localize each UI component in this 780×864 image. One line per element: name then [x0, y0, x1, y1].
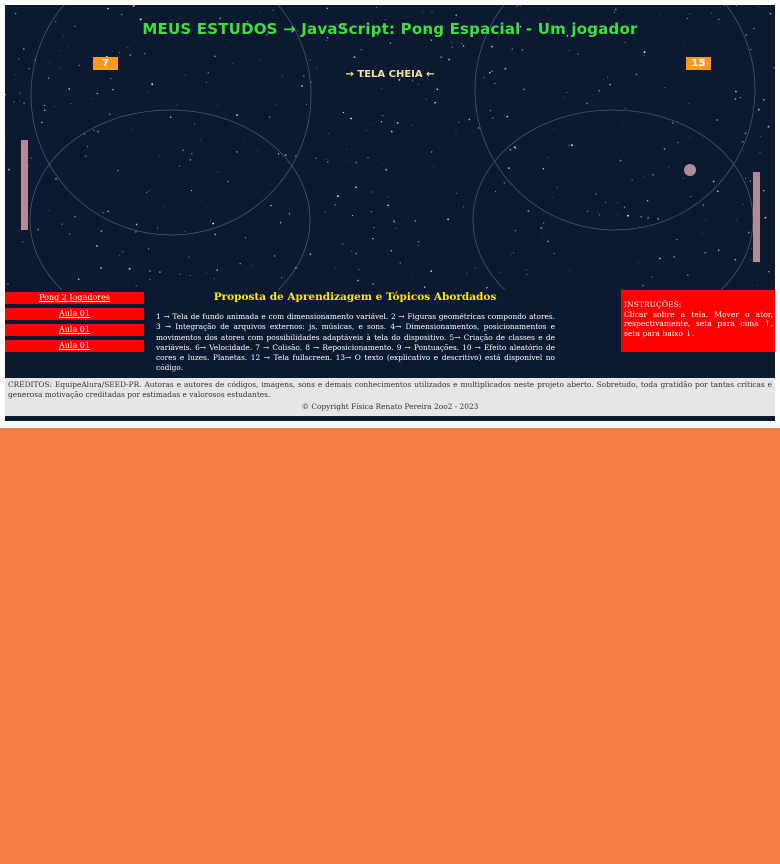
proposal-heading: Proposta de Aprendizagem e Tópicos Abord… — [213, 291, 497, 303]
right-paddle — [753, 172, 760, 262]
info-panel: Pong 2 Jogadores Aula 01 Aula 01 Aula 01… — [5, 290, 775, 378]
nav-list: Pong 2 Jogadores Aula 01 Aula 01 Aula 01 — [5, 292, 144, 356]
orbit-ring — [29, 109, 311, 290]
footer-strip — [5, 416, 775, 421]
ball — [684, 164, 696, 176]
game-canvas[interactable]: MEUS ESTUDOS → JavaScript: Pong Espacial… — [5, 5, 775, 290]
fullscreen-link[interactable]: → TELA CHEIA ← — [5, 69, 775, 80]
credits-text: CRÉDITOS: EquipeAlura/SEED-PR. Autoras e… — [8, 380, 772, 399]
orbit-ring — [474, 5, 756, 231]
proposal-text: 1 → Tela de fundo animada e com dimensio… — [156, 312, 555, 373]
orbit-ring — [472, 109, 754, 290]
copyright-text: © Copyright Física Renato Pereira 2oo2 -… — [301, 402, 479, 411]
instructions-title: INSTRUÇÕES: — [624, 300, 682, 309]
credits-footer: CRÉDITOS: EquipeAlura/SEED-PR. Autoras e… — [5, 378, 775, 416]
page-title: MEUS ESTUDOS → JavaScript: Pong Espacial… — [142, 20, 638, 38]
left-paddle — [21, 140, 28, 230]
nav-link-aula-01[interactable]: Aula 01 — [5, 308, 144, 320]
instructions-box: INSTRUÇÕES: Clicar sobre a tela. Mover o… — [621, 290, 775, 352]
orbit-ring — [30, 5, 312, 236]
planet-orbits — [29, 5, 756, 290]
instructions-text: Clicar sobre a tela. Mover o ator, respe… — [624, 309, 773, 338]
nav-link-aula-01[interactable]: Aula 01 — [5, 324, 144, 336]
nav-link-pong-2-jogadores[interactable]: Pong 2 Jogadores — [5, 292, 144, 304]
nav-link-aula-01[interactable]: Aula 01 — [5, 340, 144, 352]
